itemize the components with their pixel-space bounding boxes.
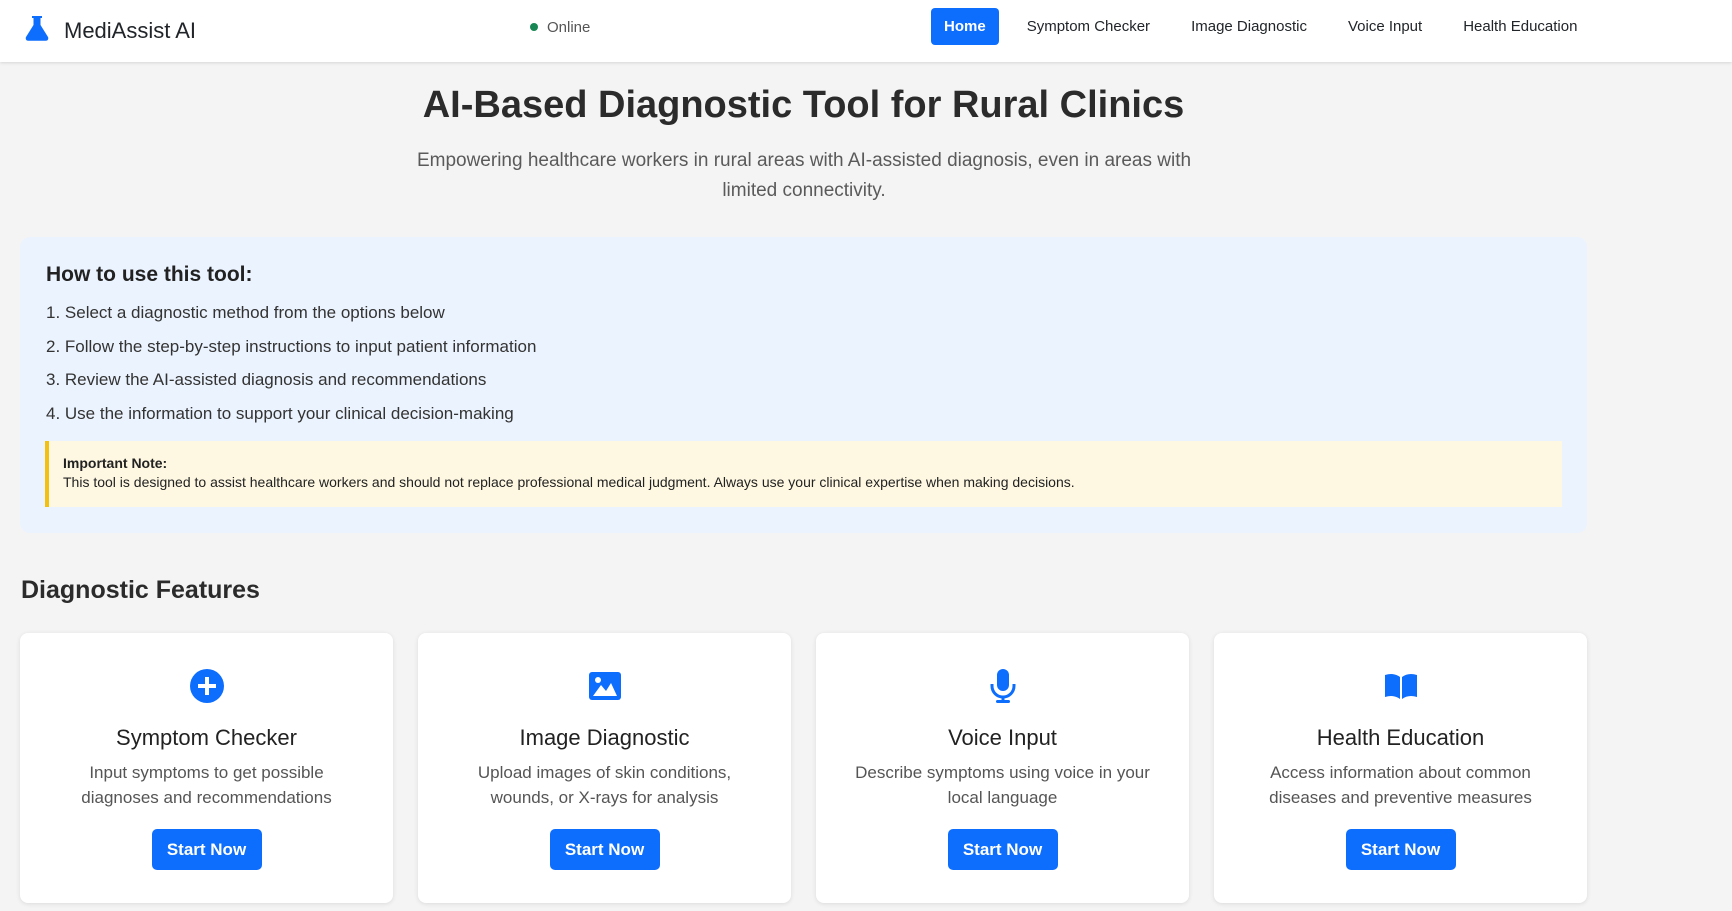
card-description: Describe symptoms using voice in your lo… (855, 763, 1150, 807)
status-label: Online (547, 18, 591, 36)
card-title: Symptom Checker (116, 725, 297, 750)
nav-symptom-checker[interactable]: Symptom Checker (1014, 8, 1163, 45)
connection-status: Online (530, 16, 590, 38)
nav-voice-input[interactable]: Voice Input (1335, 8, 1435, 45)
feature-card-symptom-checker: Symptom Checker Input symptoms to get po… (20, 633, 393, 903)
how-to-step: 3. Review the AI-assisted diagnosis and … (46, 370, 487, 389)
card-title: Health Education (1316, 725, 1485, 750)
page-subtitle: Empowering healthcare workers in rural a… (416, 150, 1192, 201)
how-to-step: 1. Select a diagnostic method from the o… (46, 303, 445, 322)
card-description: Input symptoms to get possible diagnoses… (81, 763, 332, 807)
navbar: MediAssist AI Online Home Symptom Checke… (0, 0, 1732, 62)
note-text: This tool is designed to assist healthca… (63, 474, 1075, 490)
nav-health-education[interactable]: Health Education (1450, 8, 1590, 45)
card-description: Access information about common diseases… (1269, 763, 1532, 807)
image-icon (418, 666, 791, 706)
start-now-button[interactable]: Start Now (1345, 829, 1456, 870)
important-note: Important Note: This tool is designed to… (45, 441, 1562, 507)
brand-link[interactable]: MediAssist AI (22, 11, 196, 51)
brand-name: MediAssist AI (64, 18, 197, 43)
feature-card-image-diagnostic: Image Diagnostic Upload images of skin c… (418, 633, 791, 903)
start-now-button[interactable]: Start Now (947, 829, 1058, 870)
nav-home[interactable]: Home (931, 8, 999, 45)
how-to-use-panel: How to use this tool: 1. Select a diagno… (20, 237, 1587, 533)
main-nav: Home Symptom Checker Image Diagnostic Vo… (931, 8, 1605, 45)
page-title: AI-Based Diagnostic Tool for Rural Clini… (422, 84, 1185, 126)
nav-image-diagnostic[interactable]: Image Diagnostic (1178, 8, 1320, 45)
status-dot-icon (530, 23, 538, 31)
how-to-title: How to use this tool: (46, 263, 253, 286)
start-now-button[interactable]: Start Now (151, 829, 262, 870)
flask-icon (22, 13, 52, 49)
plus-circle-icon (20, 666, 393, 706)
card-description: Upload images of skin conditions, wounds… (477, 763, 732, 807)
how-to-step: 4. Use the information to support your c… (46, 403, 514, 423)
feature-card-voice-input: Voice Input Describe symptoms using voic… (816, 633, 1189, 903)
book-icon (1214, 666, 1587, 706)
note-title: Important Note: (63, 455, 168, 471)
features-heading: Diagnostic Features (21, 576, 260, 604)
card-title: Voice Input (948, 725, 1057, 750)
microphone-icon (816, 666, 1189, 706)
card-title: Image Diagnostic (519, 725, 690, 750)
how-to-step: 2. Follow the step-by-step instructions … (46, 336, 537, 356)
how-to-steps: 1. Select a diagnostic method from the o… (46, 301, 536, 435)
start-now-button[interactable]: Start Now (549, 829, 660, 870)
feature-card-health-education: Health Education Access information abou… (1214, 633, 1587, 903)
